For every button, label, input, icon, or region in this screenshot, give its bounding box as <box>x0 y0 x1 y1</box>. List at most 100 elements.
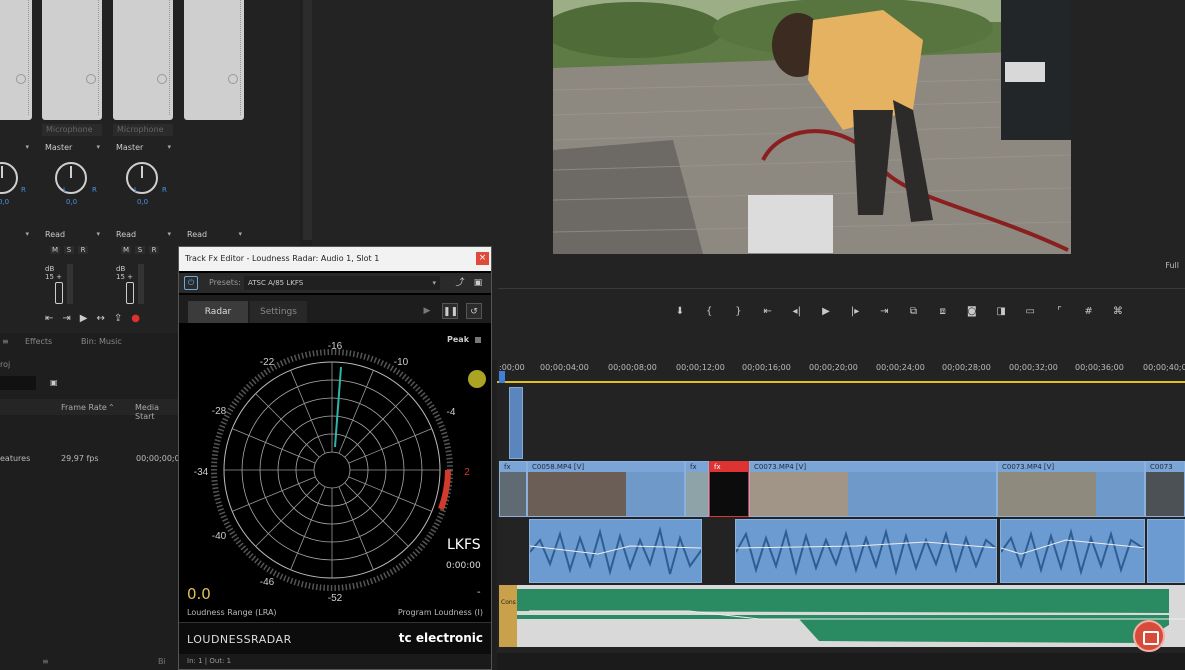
automation-select[interactable]: Read ▾ <box>41 228 103 241</box>
video-clip[interactable] <box>509 387 523 459</box>
item-frame-rate: 29,97 fps <box>61 454 99 463</box>
screen-recorder-icon[interactable] <box>1133 620 1165 652</box>
tab-bin-music[interactable]: Bin: Music <box>81 337 122 346</box>
grid-icon[interactable]: # <box>1077 306 1101 317</box>
output-select[interactable]: ▾ <box>0 141 32 154</box>
tab-effects[interactable]: Effects <box>25 337 52 346</box>
panel-menu-icon[interactable]: ≡ <box>2 337 9 346</box>
mute-solo-record[interactable]: MSR <box>50 246 92 254</box>
record-icon[interactable]: ● <box>131 313 140 324</box>
pan-value[interactable]: 0,0 <box>137 198 148 206</box>
go-to-in-icon[interactable]: ⇤ <box>45 313 53 324</box>
play-icon[interactable]: ▶ <box>419 303 435 319</box>
video-clip[interactable]: fx <box>685 461 709 517</box>
timecode-label: 00;00;36;00 <box>1075 363 1124 372</box>
audio-clip[interactable] <box>735 519 997 583</box>
pan-value[interactable]: 0,0 <box>0 198 9 206</box>
pan-knob[interactable] <box>126 162 158 194</box>
record-enable-button[interactable]: R <box>78 246 88 254</box>
tab-settings[interactable]: Settings <box>250 301 307 323</box>
timecode-ruler[interactable]: :00;00 00;00;04;00 00;00;08;00 00;00;12;… <box>497 361 1185 383</box>
play-icon[interactable]: ▶ <box>814 306 838 317</box>
pan-knob[interactable] <box>55 162 87 194</box>
crop-icon[interactable]: ⌜ <box>1047 306 1071 317</box>
volume-fader[interactable] <box>55 282 63 304</box>
automation-select[interactable]: Read ▾ <box>183 228 245 241</box>
music-clip[interactable]: Cons <box>499 585 1185 647</box>
in-icon[interactable]: { <box>697 306 721 317</box>
column-media-start[interactable]: Media Start <box>135 403 180 421</box>
audio-clip[interactable] <box>1147 519 1185 583</box>
program-video-frame[interactable] <box>553 0 1071 254</box>
reset-icon[interactable]: ↺ <box>466 303 482 319</box>
audio-clip[interactable] <box>1000 519 1145 583</box>
power-icon[interactable]: ⏻ <box>184 276 198 290</box>
work-area-bar[interactable] <box>497 381 1185 383</box>
vr-icon[interactable]: ⌘ <box>1106 306 1130 317</box>
loop-icon[interactable]: ↔ <box>96 313 104 324</box>
fader-slot[interactable] <box>184 0 244 120</box>
dialog-title-bar[interactable]: Track Fx Editor - Loudness Radar: Audio … <box>179 247 491 271</box>
close-button[interactable]: × <box>476 252 489 265</box>
search-input[interactable] <box>0 376 36 390</box>
output-select[interactable]: Master ▾ <box>41 141 103 154</box>
lra-label: Loudness Range (LRA) <box>187 608 277 617</box>
video-clip[interactable]: C0073.MP4 [V] <box>997 461 1145 517</box>
zoom-level-select[interactable]: Full <box>1165 261 1179 270</box>
chevron-down-icon: ▾ <box>167 143 171 151</box>
out-icon[interactable]: } <box>726 306 750 317</box>
export-icon[interactable]: ⇪ <box>114 313 122 324</box>
fader-slot[interactable] <box>42 0 102 120</box>
audio-clip[interactable] <box>529 519 702 583</box>
new-bin-icon[interactable]: ▣ <box>50 378 58 387</box>
mute-button[interactable]: M <box>50 246 60 254</box>
preset-select[interactable]: ATSC A/85 LKFS ▾ <box>244 276 440 290</box>
overwrite-icon[interactable]: ⧈ <box>931 306 955 317</box>
bin-icon[interactable]: Bi <box>158 657 166 666</box>
list-view-icon[interactable]: ≡ <box>42 657 49 666</box>
record-enable-button[interactable]: R <box>149 246 159 254</box>
export-frame-icon[interactable]: ◙ <box>960 306 984 317</box>
solo-button[interactable]: S <box>135 246 145 254</box>
go-to-out-icon[interactable]: ⇥ <box>872 306 896 317</box>
timeline-scrollbar[interactable] <box>497 653 1185 670</box>
automation-select[interactable]: Read ▾ <box>112 228 174 241</box>
pan-value[interactable]: 0,0 <box>66 198 77 206</box>
pin-icon[interactable]: ⤴ <box>454 277 466 289</box>
audio-waveform <box>736 528 996 576</box>
video-clip[interactable]: C0058.MP4 [V] <box>527 461 685 517</box>
video-clip[interactable]: C0073 <box>1145 461 1185 517</box>
video-clip[interactable]: fx <box>499 461 527 517</box>
step-forward-icon[interactable]: |▸ <box>843 306 867 317</box>
panel-divider[interactable] <box>303 0 312 240</box>
output-select[interactable]: Master ▾ <box>112 141 174 154</box>
sort-arrow-icon[interactable]: ⌃ <box>108 403 115 412</box>
monitor-time-ruler[interactable] <box>498 281 1185 289</box>
column-frame-rate[interactable]: Frame Rate <box>61 403 107 412</box>
play-icon[interactable]: ▶ <box>80 313 88 324</box>
step-back-icon[interactable]: ◂| <box>785 306 809 317</box>
pause-icon[interactable]: ❚❚ <box>442 303 458 319</box>
track-name-field[interactable]: Microphone <box>113 124 173 136</box>
track-name-field[interactable]: Microphone <box>42 124 102 136</box>
video-clip[interactable]: fx <box>709 461 749 517</box>
settings-icon[interactable]: ▣ <box>472 277 484 289</box>
compare-icon[interactable]: ◨ <box>989 306 1013 317</box>
marker-icon[interactable]: ⬇ <box>668 306 692 317</box>
volume-fader[interactable] <box>126 282 134 304</box>
video-clip[interactable]: C0073.MP4 [V] <box>749 461 997 517</box>
fader-slot[interactable] <box>113 0 173 120</box>
solo-button[interactable]: S <box>64 246 74 254</box>
safe-margins-icon[interactable]: ▭ <box>1018 306 1042 317</box>
fader-slot[interactable] <box>0 0 32 120</box>
playhead[interactable] <box>499 371 505 383</box>
tab-radar[interactable]: Radar <box>188 301 248 323</box>
mute-button[interactable]: M <box>121 246 131 254</box>
mute-solo-record[interactable]: MSR <box>121 246 163 254</box>
insert-icon[interactable]: ⧉ <box>902 306 926 317</box>
go-to-out-icon[interactable]: ⇥ <box>62 313 70 324</box>
pan-knob[interactable] <box>0 162 18 194</box>
item-name[interactable]: eatures <box>0 454 30 463</box>
automation-select[interactable]: ▾ <box>0 228 32 241</box>
go-to-in-icon[interactable]: ⇤ <box>756 306 780 317</box>
